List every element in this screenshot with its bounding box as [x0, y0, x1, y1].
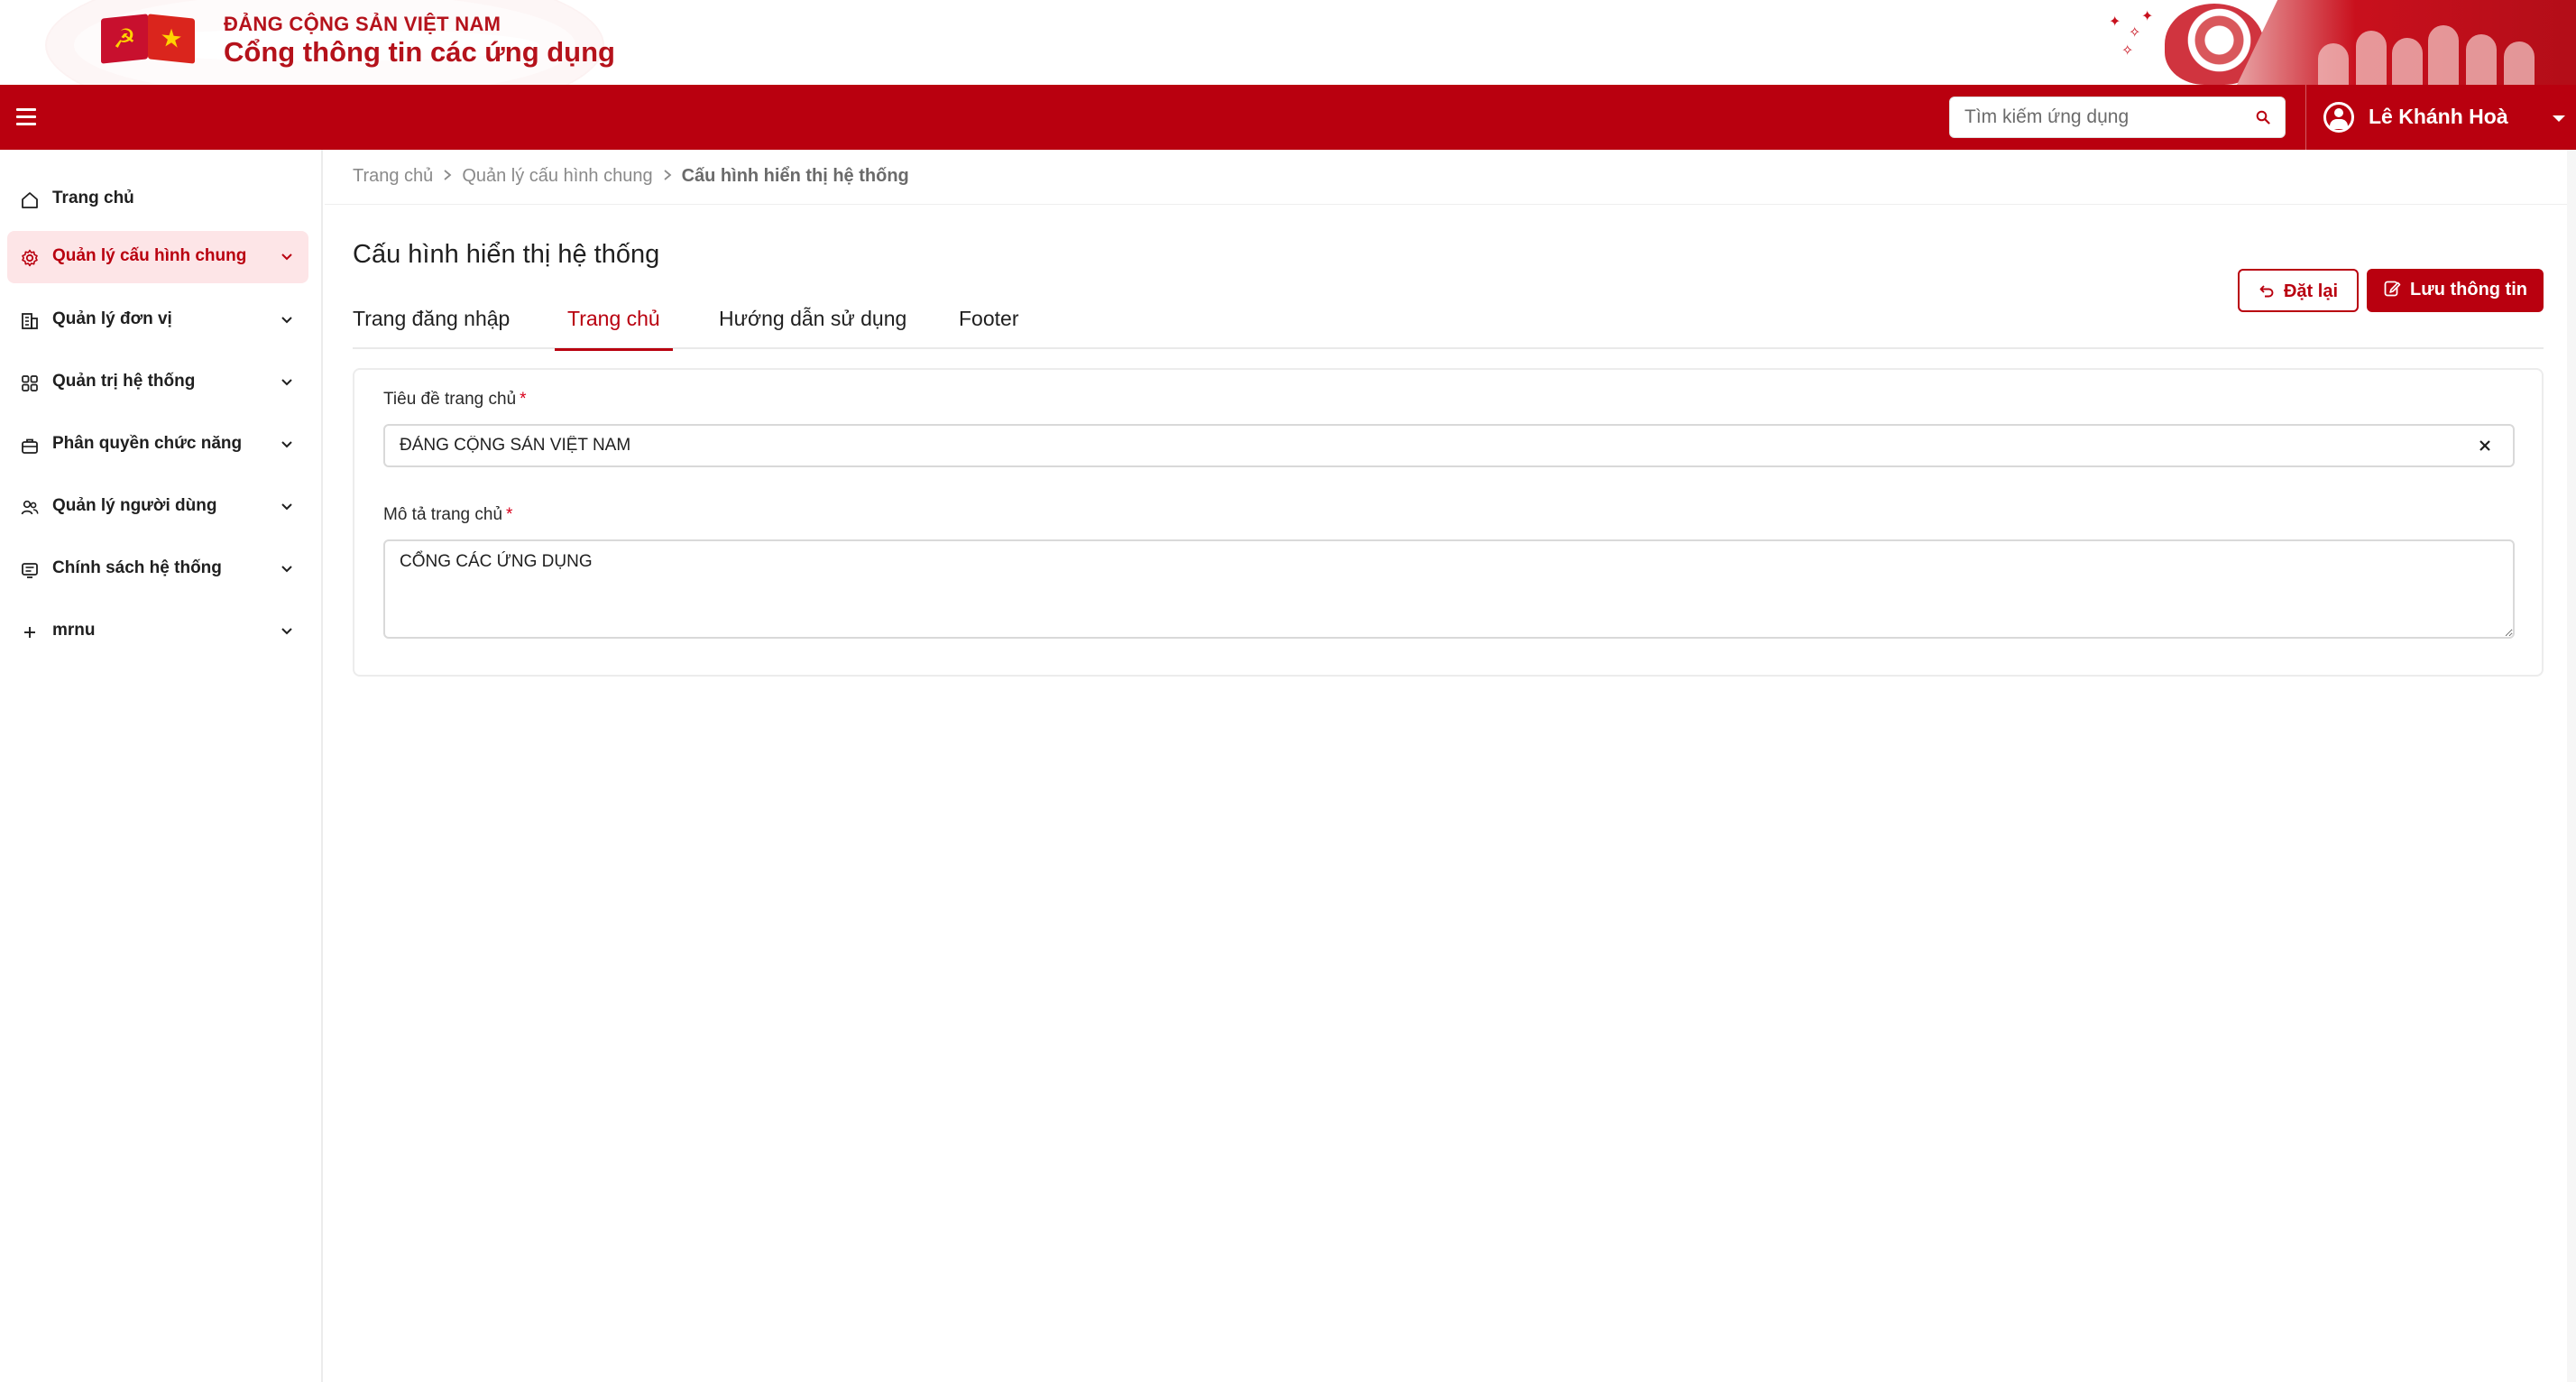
- sidebar-item-general-config[interactable]: Quản lý cấu hình chung: [7, 231, 308, 283]
- sidebar-item-label: mrnu: [52, 621, 96, 640]
- menu-toggle-icon[interactable]: [16, 108, 36, 126]
- sidebar-item-permissions[interactable]: Phân quyền chức năng: [7, 419, 308, 471]
- clear-icon[interactable]: [2476, 437, 2494, 455]
- sidebar-item-label: Quản lý đơn vị: [52, 309, 172, 328]
- chevron-down-icon: [281, 628, 292, 635]
- save-button-label: Lưu thông tin: [2410, 280, 2527, 299]
- grid-icon: [22, 375, 38, 392]
- sidebar-item-units[interactable]: Quản lý đơn vị: [7, 294, 308, 346]
- brand-subtitle: ĐẢNG CỘNG SẢN VIỆT NAM: [224, 13, 501, 35]
- navbar-divider: [2305, 85, 2306, 150]
- policy-icon: [22, 563, 38, 578]
- chevron-down-icon: [281, 441, 292, 448]
- tab-login-page[interactable]: Trang đăng nhập: [353, 307, 510, 349]
- breadcrumb-home[interactable]: Trang chủ: [353, 166, 433, 187]
- caret-down-icon: [2553, 115, 2565, 122]
- sidebar-item-label: Phân quyền chức năng: [52, 434, 243, 453]
- plus-icon: [24, 627, 35, 638]
- breadcrumb: Trang chủ Quản lý cấu hình chung Cấu hìn…: [353, 164, 909, 188]
- top-banner: ☭ ★ ĐẢNG CỘNG SẢN VIỆT NAM Cổng thông ti…: [0, 0, 2576, 85]
- breadcrumb-current: Cấu hình hiển thị hệ thống: [681, 165, 909, 186]
- edit-note-icon: [2384, 281, 2401, 297]
- briefcase-icon: [22, 438, 38, 454]
- gear-icon: [22, 249, 38, 267]
- sidebar-item-mrnu[interactable]: mrnu: [7, 605, 308, 658]
- building-icon: [22, 313, 38, 329]
- top-navbar: Lê Khánh Hoà: [0, 85, 2576, 150]
- chevron-down-icon: [281, 503, 292, 511]
- home-icon: [22, 192, 38, 208]
- sidebar-item-label: Quản lý người dùng: [52, 496, 217, 515]
- tab-home-page[interactable]: Trang chủ: [555, 307, 673, 351]
- sidebar-item-label: Quản trị hệ thống: [52, 372, 196, 391]
- home-description-textarea[interactable]: CỔNG CÁC ỨNG DỤNG: [383, 539, 2515, 639]
- chevron-down-icon: [281, 253, 292, 261]
- national-flag-logo: ★: [148, 14, 195, 64]
- breadcrumb-general-config[interactable]: Quản lý cấu hình chung: [462, 166, 652, 187]
- tab-footer[interactable]: Footer: [959, 307, 1018, 349]
- brand-title: Cổng thông tin các ứng dụng: [224, 36, 615, 68]
- sidebar-item-system-admin[interactable]: Quản trị hệ thống: [7, 356, 308, 409]
- chevron-down-icon: [281, 379, 292, 386]
- users-icon: [21, 500, 39, 515]
- banner-illustration: ✦ ✧ ✦ ✧: [2102, 0, 2576, 85]
- breadcrumb-divider: [325, 204, 2576, 205]
- search-input[interactable]: [1964, 97, 2244, 137]
- party-flag-logo: ☭: [101, 14, 148, 64]
- title-field-label: Tiêu đề trang chủ *: [383, 390, 527, 409]
- app-search: [1949, 97, 2286, 138]
- chevron-right-icon: [653, 166, 682, 187]
- sidebar-item-label: Chính sách hệ thống: [52, 558, 222, 577]
- user-name: Lê Khánh Hoà: [2369, 105, 2508, 128]
- sidebar-item-system-policy[interactable]: Chính sách hệ thống: [7, 543, 308, 595]
- description-field-label: Mô tả trang chủ *: [383, 505, 513, 524]
- tab-user-guide[interactable]: Hướng dẫn sử dụng: [719, 307, 906, 349]
- sidebar-item-label: Trang chủ: [52, 189, 134, 207]
- chevron-down-icon: [281, 317, 292, 324]
- required-mark: *: [506, 505, 513, 524]
- sidebar: Trang chủ Quản lý cấu hình chung Quản lý…: [0, 150, 323, 1382]
- search-icon[interactable]: [2256, 110, 2270, 124]
- sidebar-item-home[interactable]: Trang chủ: [7, 173, 308, 226]
- user-avatar-icon: [2323, 102, 2354, 133]
- chevron-right-icon: [433, 166, 462, 187]
- required-mark: *: [520, 390, 527, 409]
- sidebar-item-users[interactable]: Quản lý người dùng: [7, 481, 308, 533]
- config-tabs: Trang đăng nhập Trang chủ Hướng dẫn sử d…: [353, 298, 2544, 351]
- page-scrollbar[interactable]: [2567, 150, 2576, 1382]
- home-title-input[interactable]: [383, 424, 2515, 467]
- page-title: Cấu hình hiển thị hệ thống: [353, 240, 660, 269]
- home-config-form: Tiêu đề trang chủ* Mô tả trang chủ* CỔNG…: [353, 368, 2544, 677]
- sidebar-item-label: Quản lý cấu hình chung: [52, 246, 247, 265]
- user-menu[interactable]: Lê Khánh Hoà: [2323, 97, 2565, 137]
- chevron-down-icon: [281, 566, 292, 573]
